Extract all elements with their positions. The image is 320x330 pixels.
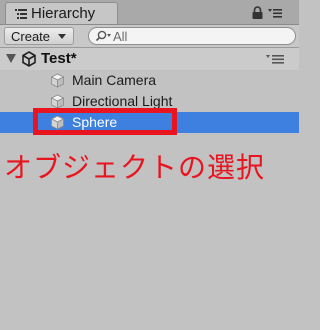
gameobject-cube-icon	[50, 94, 65, 109]
lock-icon[interactable]	[252, 6, 263, 19]
foldout-arrow-icon[interactable]	[6, 54, 16, 63]
chevron-down-icon	[58, 34, 66, 39]
tab-title: Hierarchy	[31, 5, 96, 22]
hierarchy-list-icon	[15, 9, 27, 19]
gameobject-cube-icon	[50, 73, 65, 88]
item-label: Directional Light	[72, 93, 173, 109]
tab-hierarchy[interactable]: Hierarchy	[5, 2, 118, 24]
create-dropdown-button[interactable]: Create	[4, 27, 74, 45]
search-icon	[95, 30, 111, 42]
tab-bar: Hierarchy	[0, 0, 299, 25]
unity-logo-icon	[22, 51, 36, 67]
scene-menu-icon[interactable]	[266, 54, 284, 64]
annotation-text: オブジェクトの選択	[4, 151, 266, 184]
list-item-main-camera[interactable]: Main Camera	[0, 70, 299, 91]
create-label: Create	[11, 29, 51, 44]
panel-menu-icon[interactable]	[268, 8, 282, 18]
scene-name: Test*	[41, 50, 77, 67]
hierarchy-toolbar: Create	[0, 25, 299, 48]
highlight-box	[33, 108, 177, 135]
search-input[interactable]	[113, 28, 283, 44]
search-field[interactable]	[88, 27, 296, 45]
scene-row[interactable]: Test*	[0, 48, 299, 70]
item-label: Main Camera	[72, 72, 157, 88]
